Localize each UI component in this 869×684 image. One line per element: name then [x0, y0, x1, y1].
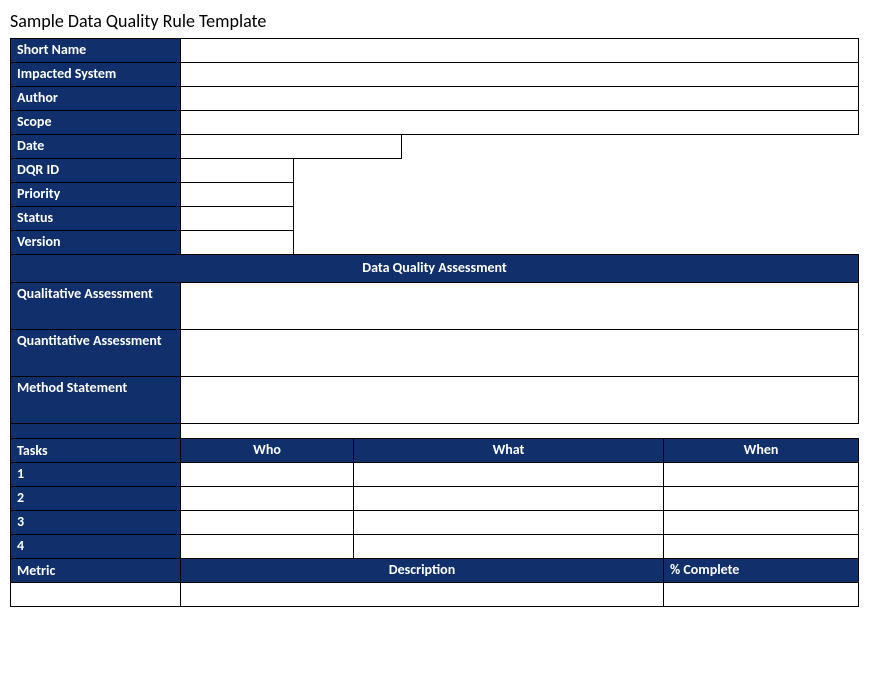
label-short-name: Short Name — [11, 39, 181, 63]
label-author: Author — [11, 87, 181, 111]
row-priority: Priority — [11, 183, 859, 207]
task-row-4: 4 — [11, 535, 859, 559]
row-quantitative: Quantitative Assessment — [11, 330, 859, 377]
task-num-2: 2 — [11, 487, 181, 511]
spacer-row — [11, 424, 859, 439]
template-table: Short Name Impacted System Author Scope … — [10, 38, 859, 607]
task-who-2[interactable] — [181, 487, 354, 511]
value-status[interactable] — [181, 207, 294, 231]
task-who-1[interactable] — [181, 463, 354, 487]
value-version[interactable] — [181, 231, 294, 255]
value-priority[interactable] — [181, 183, 294, 207]
task-num-1: 1 — [11, 463, 181, 487]
row-author: Author — [11, 87, 859, 111]
assessment-header: Data Quality Assessment — [11, 255, 859, 283]
task-num-3: 3 — [11, 511, 181, 535]
task-what-4[interactable] — [354, 535, 664, 559]
row-version: Version — [11, 231, 859, 255]
value-impacted-system[interactable] — [181, 63, 859, 87]
task-who-4[interactable] — [181, 535, 354, 559]
task-what-3[interactable] — [354, 511, 664, 535]
value-short-name[interactable] — [181, 39, 859, 63]
value-author[interactable] — [181, 87, 859, 111]
task-row-2: 2 — [11, 487, 859, 511]
task-row-3: 3 — [11, 511, 859, 535]
label-status: Status — [11, 207, 181, 231]
label-metric: Metric — [11, 559, 181, 583]
col-when: When — [664, 439, 859, 463]
col-who: Who — [181, 439, 354, 463]
row-status: Status — [11, 207, 859, 231]
row-metric-header: Metric Description % Complete — [11, 559, 859, 583]
label-tasks: Tasks — [11, 439, 181, 463]
task-when-2[interactable] — [664, 487, 859, 511]
col-description: Description — [181, 559, 664, 583]
row-dqr-id: DQR ID — [11, 159, 859, 183]
row-impacted-system: Impacted System — [11, 63, 859, 87]
task-when-1[interactable] — [664, 463, 859, 487]
task-num-4: 4 — [11, 535, 181, 559]
row-date: Date — [11, 135, 859, 159]
metric-description[interactable] — [181, 583, 664, 607]
label-version: Version — [11, 231, 181, 255]
task-what-2[interactable] — [354, 487, 664, 511]
value-qualitative[interactable] — [181, 283, 859, 330]
value-scope[interactable] — [181, 111, 859, 135]
label-impacted-system: Impacted System — [11, 63, 181, 87]
label-date: Date — [11, 135, 181, 159]
metric-name[interactable] — [11, 583, 181, 607]
value-quantitative[interactable] — [181, 330, 859, 377]
task-who-3[interactable] — [181, 511, 354, 535]
task-what-1[interactable] — [354, 463, 664, 487]
task-row-1: 1 — [11, 463, 859, 487]
row-method-statement: Method Statement — [11, 377, 859, 424]
value-dqr-id[interactable] — [181, 159, 294, 183]
task-when-3[interactable] — [664, 511, 859, 535]
col-what: What — [354, 439, 664, 463]
row-tasks-header: Tasks Who What When — [11, 439, 859, 463]
value-method-statement[interactable] — [181, 377, 859, 424]
label-scope: Scope — [11, 111, 181, 135]
label-dqr-id: DQR ID — [11, 159, 181, 183]
task-when-4[interactable] — [664, 535, 859, 559]
metric-row — [11, 583, 859, 607]
label-qualitative: Qualitative Assessment — [11, 283, 181, 330]
row-qualitative: Qualitative Assessment — [11, 283, 859, 330]
label-priority: Priority — [11, 183, 181, 207]
metric-pct-complete[interactable] — [664, 583, 859, 607]
col-pct-complete: % Complete — [664, 559, 859, 583]
row-assessment-header: Data Quality Assessment — [11, 255, 859, 283]
value-date[interactable] — [181, 135, 402, 159]
label-method-statement: Method Statement — [11, 377, 181, 424]
row-scope: Scope — [11, 111, 859, 135]
row-short-name: Short Name — [11, 39, 859, 63]
label-quantitative: Quantitative Assessment — [11, 330, 181, 377]
page-title: Sample Data Quality Rule Template — [10, 10, 859, 32]
